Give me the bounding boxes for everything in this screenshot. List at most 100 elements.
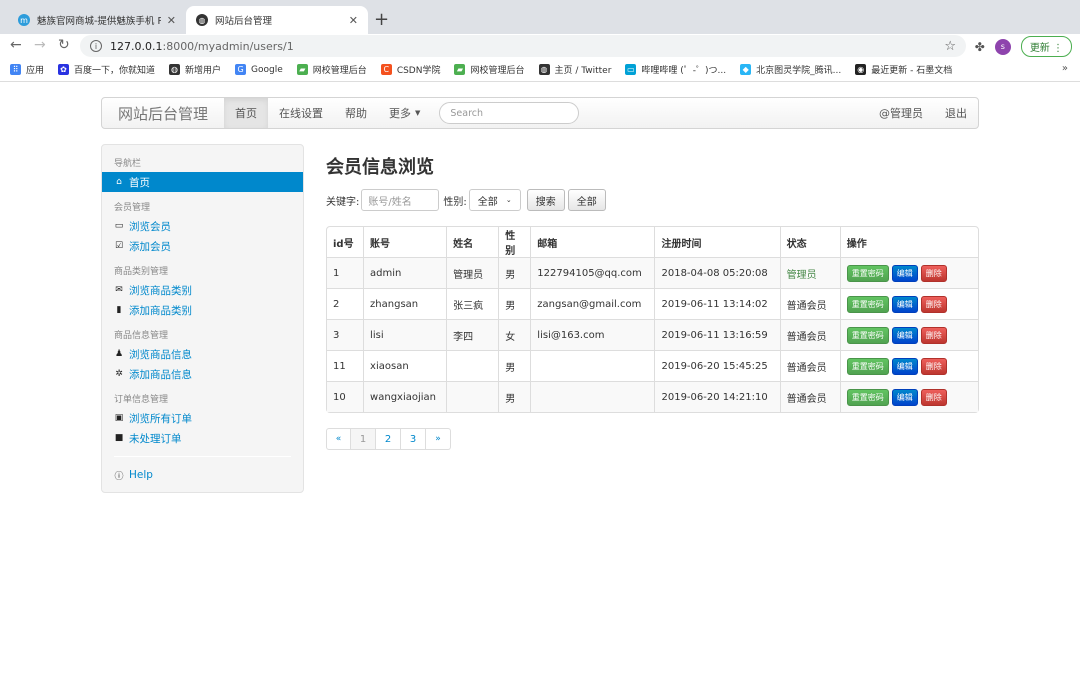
gender-label: 性别: <box>443 196 467 208</box>
bookmarks-more-button[interactable]: » <box>1062 63 1068 74</box>
sidebar-item[interactable]: ■ 未处理订单 <box>102 428 303 448</box>
bookmark-label: 应用 <box>26 66 45 76</box>
column-header: 邮箱 <box>530 227 654 257</box>
address-bar[interactable]: i 127.0.0.1 :8000/myadmin/users/1 ☆ <box>80 35 966 57</box>
close-tab-icon[interactable]: ✕ <box>349 14 358 27</box>
reload-icon[interactable]: ↻ <box>58 37 70 53</box>
check-square-icon: ☑ <box>114 241 124 251</box>
gender-select[interactable]: 全部 ⌄ <box>468 189 521 211</box>
edit-button[interactable]: 编辑 <box>891 388 918 406</box>
bookmark-item[interactable]: ◆ 北京图灵学院_腾讯... <box>740 63 841 76</box>
bookmark-item[interactable]: ⠿ 应用 <box>10 63 44 76</box>
cog-icon: ✲ <box>115 369 123 379</box>
cell-email <box>530 381 655 412</box>
cell-name <box>446 381 499 412</box>
delete-button[interactable]: 删除 <box>920 388 947 406</box>
update-button[interactable]: 更新 ⋮ <box>1020 36 1072 57</box>
sidebar-item[interactable]: ♟ 浏览商品信息 <box>102 344 303 364</box>
bookmark-item[interactable]: ▰ 网校管理后台 <box>454 63 525 76</box>
apps-grid-icon: ⠿ <box>10 64 21 75</box>
reset-password-button[interactable]: 重置密码 <box>846 388 889 406</box>
sidebar-item-label: 浏览商品类别 <box>129 284 192 297</box>
bookmark-item[interactable]: ✿ 百度一下，你就知道 <box>58 63 155 76</box>
bookmark-item[interactable]: ◉ 最近更新 - 石墨文档 <box>855 63 952 76</box>
bookmark-star-icon[interactable]: ☆ <box>944 39 956 54</box>
page-link[interactable]: 3 <box>401 428 426 450</box>
page-link[interactable]: » <box>426 428 451 450</box>
delete-button[interactable]: 删除 <box>920 326 947 344</box>
sidebar-group-header: 订单信息管理 <box>114 395 169 405</box>
row-actions: 重置密码 编辑 删除 <box>846 357 972 375</box>
page-link[interactable]: 2 <box>376 428 401 450</box>
bookmark-item[interactable]: G Google <box>235 64 283 75</box>
globe-icon: ◍ <box>169 64 181 75</box>
bookmark-label: 哔哩哔哩 (゜-゜)つ... <box>641 66 727 76</box>
info-icon[interactable]: i <box>90 40 102 52</box>
bookmark-item[interactable]: ▰ 网校管理后台 <box>296 63 367 76</box>
browser-tabstrip: m 魅族官网商城-提供魅族手机 PRO ✕ ◍ 网站后台管理 ✕ + <box>0 0 1080 34</box>
sidebar-item[interactable]: ▮ 添加商品类别 <box>102 300 303 320</box>
sidebar-item[interactable]: ☑ 添加会员 <box>102 236 303 256</box>
delete-button[interactable]: 删除 <box>920 295 947 313</box>
url-host: 127.0.0.1 <box>110 39 163 53</box>
column-header: 操作 <box>839 227 978 257</box>
cell-account: wangxiaojian <box>363 381 447 412</box>
edit-button[interactable]: 编辑 <box>891 295 918 313</box>
edit-button[interactable]: 编辑 <box>891 264 918 282</box>
gender-selected: 全部 <box>477 196 498 208</box>
bookmark-item[interactable]: ◍ 主页 / Twitter <box>538 63 611 76</box>
page-link[interactable]: « <box>326 428 351 450</box>
back-arrow-icon[interactable]: ← <box>10 37 22 53</box>
profile-avatar[interactable]: s <box>994 38 1011 55</box>
nav-logout[interactable]: 退出 <box>934 98 978 128</box>
forward-arrow-icon[interactable]: → <box>34 37 46 53</box>
sidebar-group-header: 商品类别管理 <box>114 267 169 277</box>
reset-password-button[interactable]: 重置密码 <box>846 295 889 313</box>
bookmark-label: CSDN学院 <box>396 66 441 76</box>
bookmark-item[interactable]: ▭ 哔哩哔哩 (゜-゜)つ... <box>625 63 726 76</box>
info-sign-icon: ⓘ <box>114 471 124 482</box>
table-row: 2 zhangsan 张三疯男 zangsan@gmail.com 2019-06-11… <box>327 288 978 319</box>
nav-user[interactable]: @管理员 <box>868 98 934 128</box>
nav-home[interactable]: 首页 <box>224 98 269 128</box>
bookmark-label: Google <box>251 64 283 75</box>
delete-button[interactable]: 删除 <box>920 264 947 282</box>
bookmark-label: 最近更新 - 石墨文档 <box>871 66 953 76</box>
bookmark-label: 网校管理后台 <box>470 66 525 76</box>
browser-tab-admin[interactable]: ◍ 网站后台管理 ✕ <box>186 6 368 34</box>
cell-account: admin <box>363 257 447 288</box>
edit-button[interactable]: 编辑 <box>891 326 918 344</box>
extensions-puzzle-icon[interactable]: ✤ <box>975 40 985 54</box>
sidebar-item[interactable]: ▣ 浏览所有订单 <box>102 408 303 428</box>
search-button[interactable]: 搜索 <box>526 189 565 211</box>
nav-more-dropdown[interactable]: 更多 ▼ <box>378 98 431 128</box>
keyword-label: 关键字: <box>326 196 360 208</box>
brand[interactable]: 网站后台管理 <box>102 103 224 124</box>
cell-registered: 2019-06-11 13:14:02 <box>654 288 780 319</box>
page-link[interactable]: 1 <box>351 428 376 450</box>
sidebar-item[interactable]: ▭ 浏览会员 <box>102 216 303 236</box>
show-all-button[interactable]: 全部 <box>567 189 606 211</box>
sidebar: 导航栏 ⌂ 首页 会员管理 ▭ 浏览会员 ☑ 添加会员 商品类别管理 ✉ 浏览商品类别 ▮ 添加商… <box>101 144 304 493</box>
new-tab-button[interactable]: + <box>374 9 389 30</box>
row-actions: 重置密码 编辑 删除 <box>846 264 972 282</box>
diamond-icon: ◆ <box>740 64 752 75</box>
reset-password-button[interactable]: 重置密码 <box>846 326 889 344</box>
browser-tab-meizu[interactable]: m 魅族官网商城-提供魅族手机 PRO ✕ <box>8 6 186 34</box>
sidebar-item-help[interactable]: ⓘ Help <box>102 465 303 485</box>
keyword-input[interactable]: 账号/姓名 <box>361 189 440 211</box>
nav-online-settings[interactable]: 在线设置 <box>268 98 334 128</box>
sidebar-item[interactable]: ✲ 添加商品信息 <box>102 364 303 384</box>
edit-button[interactable]: 编辑 <box>891 357 918 375</box>
close-tab-icon[interactable]: ✕ <box>167 14 176 27</box>
sidebar-item-home[interactable]: ⌂ 首页 <box>102 172 303 192</box>
meizu-icon: m <box>18 14 30 26</box>
reset-password-button[interactable]: 重置密码 <box>846 264 889 282</box>
bookmark-item[interactable]: C CSDN学院 <box>380 63 441 76</box>
delete-button[interactable]: 删除 <box>920 357 947 375</box>
reset-password-button[interactable]: 重置密码 <box>846 357 889 375</box>
sidebar-item[interactable]: ✉ 浏览商品类别 <box>102 280 303 300</box>
nav-search-input[interactable]: Search <box>439 102 580 124</box>
bookmark-item[interactable]: ◍ 新增用户 <box>169 63 221 76</box>
nav-help[interactable]: 帮助 <box>334 98 378 128</box>
